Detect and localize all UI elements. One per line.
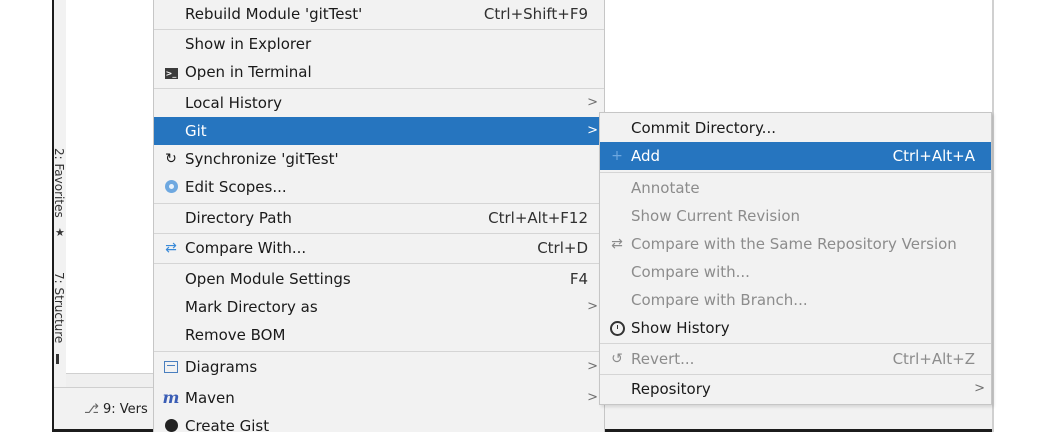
menu-item-label: Edit Scopes...	[185, 178, 287, 196]
shortcut: Ctrl+Alt+Z	[892, 350, 975, 368]
menu-item-directory-path[interactable]: Directory Path Ctrl+Alt+F12	[154, 204, 604, 232]
menu-item-open-in-terminal[interactable]: >_ Open in Terminal	[154, 58, 604, 86]
clock-icon	[607, 314, 627, 346]
menu-item-repository[interactable]: Repository >	[600, 375, 991, 403]
shortcut: F4	[569, 270, 588, 288]
menu-item-label: Rebuild Module 'gitTest'	[185, 5, 363, 23]
menu-item-revert[interactable]: ↺ Revert... Ctrl+Alt+Z	[600, 345, 991, 373]
menu-item-mark-directory-as[interactable]: Mark Directory as >	[154, 293, 604, 321]
compare-icon: ⇄	[165, 240, 177, 256]
chevron-right-icon: >	[587, 390, 598, 405]
menu-item-label: Show in Explorer	[185, 35, 312, 53]
menu-item-maven[interactable]: m Maven >	[154, 384, 604, 412]
menu-item-label: Add	[631, 147, 661, 165]
chevron-right-icon: >	[587, 299, 598, 314]
menu-item-show-current-revision[interactable]: Show Current Revision	[600, 202, 991, 230]
menu-item-remove-bom[interactable]: Remove BOM	[154, 321, 604, 349]
menu-item-commit-directory[interactable]: Commit Directory...	[600, 114, 991, 142]
menu-item-label: Open in Terminal	[185, 63, 312, 81]
menu-item-diagrams[interactable]: Diagrams >	[154, 353, 604, 381]
menu-item-label: Show Current Revision	[631, 207, 801, 225]
shortcut: Ctrl+Shift+F9	[483, 5, 588, 23]
separator	[154, 351, 604, 352]
menu-item-label: Diagrams	[185, 358, 258, 376]
menu-item-annotate[interactable]: Annotate	[600, 174, 991, 202]
separator	[600, 343, 991, 344]
version-control-tab[interactable]: ⎇ 9: Vers	[84, 402, 148, 417]
menu-item-label: Repository	[631, 380, 711, 398]
menu-item-rebuild-module[interactable]: Rebuild Module 'gitTest' Ctrl+Shift+F9	[154, 0, 604, 28]
revert-icon: ↺	[611, 351, 623, 367]
menu-item-label: Compare with...	[631, 263, 750, 281]
sync-icon: ↻	[165, 151, 177, 167]
menu-item-label: Create Gist	[185, 417, 270, 435]
menu-item-label: Directory Path	[185, 209, 292, 227]
star-icon: ★	[55, 226, 65, 239]
chevron-right-icon: >	[587, 95, 598, 110]
menu-item-label: Open Module Settings	[185, 270, 351, 288]
chevron-right-icon: >	[587, 359, 598, 374]
menu-item-create-gist[interactable]: Create Gist	[154, 412, 604, 440]
menu-item-compare-with-branch[interactable]: Compare with Branch...	[600, 286, 991, 314]
menu-item-label: Revert...	[631, 350, 695, 368]
menu-item-label: Local History	[185, 94, 283, 112]
menu-item-label: Synchronize 'gitTest'	[185, 150, 339, 168]
terminal-icon: >_	[164, 68, 178, 79]
menu-item-label: Mark Directory as	[185, 298, 318, 316]
maven-icon: m	[162, 388, 180, 407]
menu-item-label: Commit Directory...	[631, 119, 776, 137]
compare-icon: ⇄	[611, 236, 623, 252]
menu-item-compare-with[interactable]: ⇄ Compare With... Ctrl+D	[154, 234, 604, 262]
menu-item-compare-with[interactable]: Compare with...	[600, 258, 991, 286]
menu-item-label: Show History	[631, 319, 730, 337]
version-control-tab-label: 9: Vers	[102, 402, 148, 417]
diagram-icon	[161, 353, 181, 383]
structure-icon	[56, 354, 65, 364]
horizontal-scrollbar[interactable]	[66, 373, 153, 388]
menu-item-synchronize[interactable]: ↻ Synchronize 'gitTest'	[154, 145, 604, 173]
menu-item-label: Remove BOM	[185, 326, 286, 344]
shortcut: Ctrl+D	[537, 239, 588, 257]
shortcut: Ctrl+Alt+F12	[488, 209, 588, 227]
chevron-right-icon: >	[974, 381, 985, 396]
context-menu: Rebuild Module 'gitTest' Ctrl+Shift+F9 S…	[153, 0, 605, 435]
status-strip	[603, 404, 992, 430]
menu-item-compare-same-repository-version[interactable]: ⇄ Compare with the Same Repository Versi…	[600, 230, 991, 258]
menu-item-label: Maven	[185, 389, 235, 407]
favorites-tool-button[interactable]: 2: Favorites	[52, 148, 66, 218]
menu-item-open-module-settings[interactable]: Open Module Settings F4	[154, 265, 604, 293]
menu-item-label: Compare with Branch...	[631, 291, 808, 309]
structure-tool-button[interactable]: 7: Structure	[52, 272, 66, 343]
branch-icon: ⎇	[84, 402, 99, 417]
menu-item-label: Git	[185, 122, 207, 140]
git-submenu: Commit Directory... + Add Ctrl+Alt+A Ann…	[599, 112, 992, 405]
plus-icon: +	[611, 148, 623, 164]
github-icon	[161, 412, 181, 442]
menu-item-edit-scopes[interactable]: Edit Scopes...	[154, 173, 604, 201]
menu-item-label: Annotate	[631, 179, 700, 197]
menu-item-label: Compare With...	[185, 239, 307, 257]
project-panel	[66, 0, 154, 373]
menu-item-local-history[interactable]: Local History >	[154, 89, 604, 117]
scope-icon	[161, 173, 181, 203]
menu-item-show-history[interactable]: Show History	[600, 314, 991, 342]
menu-item-git[interactable]: Git >	[154, 117, 604, 145]
chevron-right-icon: >	[587, 123, 598, 138]
menu-item-label: Compare with the Same Repository Version	[631, 235, 957, 253]
shortcut: Ctrl+Alt+A	[892, 147, 975, 165]
menu-item-add[interactable]: + Add Ctrl+Alt+A	[600, 142, 991, 170]
menu-item-show-in-explorer[interactable]: Show in Explorer	[154, 30, 604, 58]
separator	[154, 263, 604, 264]
editor-border	[992, 0, 994, 432]
separator	[600, 172, 991, 173]
